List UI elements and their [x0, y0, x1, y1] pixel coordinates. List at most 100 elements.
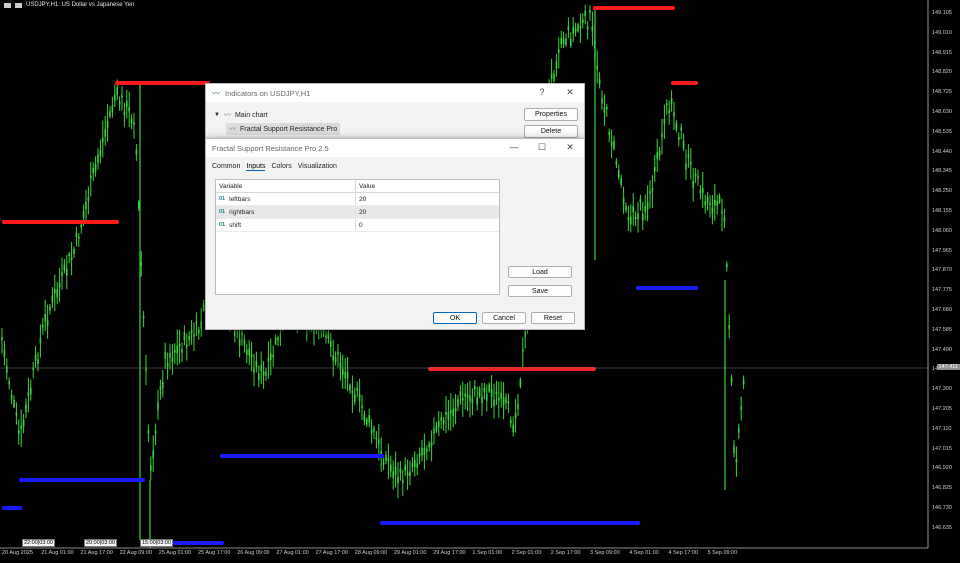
candle-body	[704, 201, 706, 206]
tab-common[interactable]: Common	[212, 163, 240, 171]
time-tick-label: 2 Sep 01:00	[511, 550, 542, 556]
current-price-tag: 147.411	[936, 364, 960, 370]
candle-body	[500, 392, 502, 399]
candle-body	[502, 397, 505, 405]
candle-body	[433, 428, 435, 434]
chart-icon: 〰	[223, 112, 231, 119]
tree-root-item[interactable]: ▼ 〰 Main chart	[214, 110, 340, 120]
tab-inputs[interactable]: Inputs	[246, 163, 266, 171]
integer-type-icon: 01	[219, 196, 226, 202]
close-button[interactable]: ✕	[562, 87, 578, 98]
candle-body	[162, 382, 164, 389]
price-tick-label: 148.820	[932, 69, 952, 76]
variable-cell: 01 leftbars	[216, 193, 356, 205]
close-button[interactable]: ✕	[562, 142, 578, 153]
maximize-button[interactable]: ☐	[534, 142, 550, 153]
price-tick-label: 147.490	[932, 346, 952, 353]
candle-body	[471, 397, 474, 404]
indicators-dialog: 〰 Indicators on USDJPY,H1 ? ✕ ▼ 〰 Main c…	[205, 83, 585, 145]
value-cell[interactable]: 20	[356, 209, 366, 216]
properties-button[interactable]: Properties	[524, 108, 578, 121]
table-header: Variable Value	[216, 180, 499, 193]
candle-body	[267, 358, 270, 362]
candle-body	[169, 353, 171, 358]
candle-body	[550, 73, 553, 79]
header-value[interactable]: Value	[356, 183, 375, 190]
price-tick-label: 147.585	[932, 326, 952, 333]
candle-body	[58, 282, 61, 288]
candle-body	[397, 476, 399, 484]
candle-body	[10, 394, 13, 400]
candle-body	[109, 111, 111, 117]
value-cell[interactable]: 0	[356, 222, 363, 229]
candle-body	[200, 321, 202, 329]
indicators-titlebar[interactable]: 〰 Indicators on USDJPY,H1	[206, 84, 584, 102]
table-row[interactable]: 01 rightbars 20	[216, 206, 499, 219]
properties-titlebar[interactable]: Fractal Support Resistance Pro 2.5	[206, 139, 584, 157]
candle-body	[697, 176, 699, 179]
value-cell[interactable]: 20	[356, 196, 366, 203]
tab-visualization[interactable]: Visualization	[298, 163, 337, 171]
price-tick-label: 147.870	[932, 267, 952, 274]
candle-body	[656, 152, 658, 159]
candle-body	[342, 368, 344, 375]
tree-child-item[interactable]: 〰 Fractal Support Resistance Pro	[226, 123, 341, 135]
candle-body	[63, 264, 66, 271]
candle-body	[416, 463, 418, 468]
candle-body	[735, 458, 738, 463]
minimize-button[interactable]: —	[506, 142, 522, 152]
chevron-down-icon[interactable]: ▼	[214, 112, 220, 118]
candle-body	[430, 442, 433, 447]
candle-body	[87, 197, 90, 202]
candle-body	[145, 368, 147, 371]
candle-body	[714, 199, 716, 206]
reset-button[interactable]: Reset	[531, 312, 575, 324]
tab-colors[interactable]: Colors	[271, 163, 291, 171]
load-button[interactable]: Load	[508, 266, 572, 278]
header-variable[interactable]: Variable	[216, 180, 356, 192]
candle-body	[462, 398, 464, 401]
price-tick-label: 147.300	[932, 386, 952, 393]
candle-body	[78, 236, 80, 239]
candle-body	[488, 384, 490, 392]
candle-body	[478, 388, 481, 397]
candle-body	[243, 339, 246, 345]
save-button[interactable]: Save	[508, 285, 572, 297]
candle-body	[601, 98, 603, 104]
help-button[interactable]: ?	[534, 87, 550, 97]
cancel-button[interactable]: Cancel	[482, 312, 526, 324]
candle-body	[75, 233, 78, 238]
ok-button[interactable]: OK	[433, 312, 477, 324]
menu-icon[interactable]	[4, 2, 11, 8]
candle-body	[634, 216, 637, 220]
candle-body	[135, 149, 138, 155]
table-row[interactable]: 01 leftbars 20	[216, 193, 499, 206]
candle-body	[104, 129, 106, 137]
candle-body	[740, 406, 742, 410]
candle-body	[118, 101, 121, 105]
candle-body	[258, 373, 260, 381]
candle-body	[178, 343, 181, 347]
delete-button[interactable]: Delete	[524, 125, 578, 138]
candle-body	[622, 197, 625, 205]
candle-body	[380, 451, 382, 455]
time-tick-label: 21 Aug 01:00	[41, 550, 74, 556]
variable-name: shift	[229, 221, 242, 229]
candle-body	[562, 38, 565, 45]
candle-body	[673, 112, 675, 117]
candle-body	[692, 180, 694, 188]
candle-body	[126, 100, 128, 108]
candle-body	[39, 338, 42, 343]
candle-body	[435, 425, 438, 431]
candle-body	[277, 337, 279, 341]
table-row[interactable]: 01 shift 0	[216, 219, 499, 232]
candle-body	[493, 399, 495, 407]
candle-body	[699, 189, 702, 194]
candle-body	[411, 463, 414, 467]
candle-body	[183, 332, 186, 341]
candle-body	[606, 106, 608, 110]
candle-body	[94, 164, 97, 172]
candle-body	[121, 95, 123, 98]
candle-body	[452, 409, 454, 417]
symbol-info: USDJPY,H1: US Dollar vs Japanese Yen	[4, 2, 134, 8]
